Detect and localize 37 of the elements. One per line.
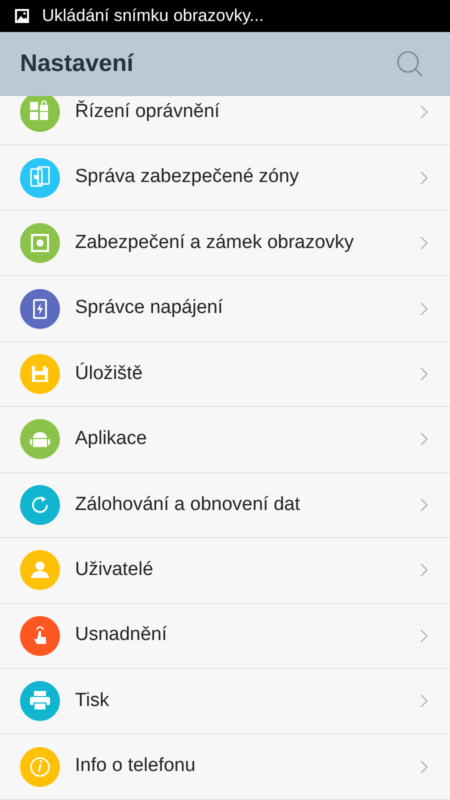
settings-item[interactable]: Správa zabezpečené zóny xyxy=(0,145,450,211)
item-label: Tisk xyxy=(75,688,110,713)
settings-item[interactable]: Správce napájení xyxy=(0,276,450,342)
image-icon xyxy=(14,8,30,24)
screen-title: Nastavení xyxy=(20,49,134,79)
item-label: Úložiště xyxy=(75,362,144,386)
chevron-icon xyxy=(420,628,428,643)
chevron-icon xyxy=(420,366,428,381)
chevron-icon xyxy=(420,498,428,512)
chevron-icon xyxy=(420,170,428,185)
settings-item[interactable]: Řízení oprávnění xyxy=(0,96,450,146)
settings-item[interactable]: Aplikace xyxy=(0,407,450,473)
item-label: Uživatelé xyxy=(75,558,154,582)
settings-item[interactable]: Tisk xyxy=(0,668,450,734)
item-label: Usnadnění xyxy=(75,623,168,648)
settings-item[interactable]: Info o telefonu xyxy=(0,734,450,800)
notification-text: Ukládání snímku obrazovky... xyxy=(42,5,264,28)
chevron-icon xyxy=(420,302,428,316)
chevron-icon xyxy=(420,105,428,120)
item-label: Zálohování a obnovení dat xyxy=(75,492,302,517)
item-label: Info o telefonu xyxy=(75,754,196,778)
search-icon[interactable] xyxy=(396,50,424,78)
chevron-icon xyxy=(420,760,428,774)
settings-item[interactable]: Uživatelé xyxy=(0,538,450,604)
item-label: Správa zabezpečené zóny xyxy=(75,165,300,190)
settings-item[interactable]: Zabezpečení a zámek obrazovky xyxy=(0,210,450,276)
chevron-icon xyxy=(420,236,428,250)
item-label: Řízení oprávnění xyxy=(75,99,221,124)
chevron-icon xyxy=(420,694,428,708)
item-label: Správce napájení xyxy=(75,296,224,320)
settings-item[interactable]: Usnadnění xyxy=(0,604,450,669)
settings-item[interactable]: Úložiště xyxy=(0,342,450,408)
chevron-icon xyxy=(420,563,428,578)
chevron-icon xyxy=(420,432,428,446)
item-label: Aplikace xyxy=(75,427,148,452)
item-label: Zabezpečení a zámek obrazovky xyxy=(75,230,355,255)
settings-item[interactable]: Zálohování a obnovení dat xyxy=(0,472,450,538)
